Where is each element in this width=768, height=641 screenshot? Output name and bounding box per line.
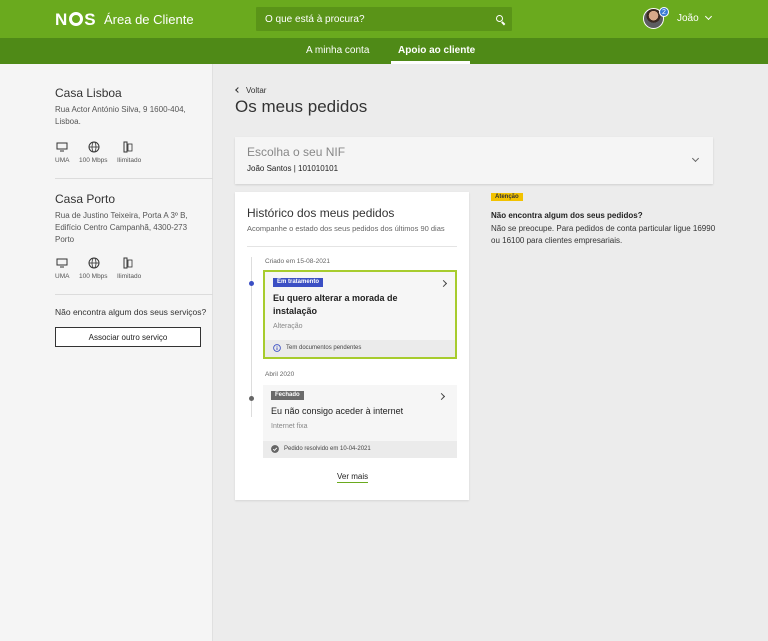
back-link[interactable]: Voltar — [235, 86, 267, 95]
nos-logo[interactable]: NS — [55, 10, 97, 30]
status-badge: Em tratamento — [273, 278, 324, 287]
feature-internet: 100 Mbps — [79, 157, 108, 164]
phone-line-icon — [123, 257, 133, 269]
request-history-card: Histórico dos meus pedidos Acompanhe o e… — [235, 192, 469, 500]
chevron-right-icon[interactable] — [439, 279, 448, 288]
nif-value: João Santos | 101010101 — [247, 164, 339, 173]
request-category: Internet fixa — [271, 423, 308, 430]
tab-apoio-ao-cliente[interactable]: Apoio ao cliente — [398, 45, 475, 56]
sub-navigation: A minha conta Apoio ao cliente — [0, 38, 768, 64]
search-icon[interactable] — [496, 15, 503, 22]
timeline-dot — [249, 396, 254, 401]
request-title: Eu não consigo aceder à internet — [271, 406, 404, 416]
request-category: Alteração — [273, 323, 303, 330]
see-more-button[interactable]: Ver mais — [337, 472, 369, 483]
sidebar-divider — [55, 178, 213, 179]
attention-badge: Atenção — [491, 193, 523, 201]
chevron-down-icon[interactable] — [691, 154, 700, 163]
sidebar-divider — [55, 294, 213, 295]
phone-line-icon — [123, 141, 133, 153]
nif-selector[interactable]: Escolha o seu NIF João Santos | 10101010… — [235, 137, 713, 184]
search-box[interactable] — [256, 7, 512, 31]
service-address-porto: Rua de Justino Teixeira, Porta A 3º B, E… — [55, 211, 188, 244]
feature-internet: 100 Mbps — [79, 273, 108, 280]
sidebar — [0, 64, 213, 641]
status-badge: Fechado — [271, 391, 304, 400]
request-footer: Tem documentos pendentes — [265, 340, 455, 357]
feature-tv: UMA — [55, 157, 70, 164]
globe-icon — [88, 257, 100, 269]
nif-title: Escolha o seu NIF — [247, 145, 346, 159]
back-label: Voltar — [246, 86, 267, 95]
request-footer-text: Tem documentos pendentes — [286, 345, 362, 351]
attention-text: Não se preocupe. Para pedidos de conta p… — [491, 224, 716, 245]
chevron-left-icon — [235, 87, 241, 93]
tab-a-minha-conta[interactable]: A minha conta — [306, 45, 369, 56]
request-card-in-progress[interactable]: Em tratamento Eu quero alterar a morada … — [263, 270, 457, 359]
attention-title: Não encontra algum dos seus pedidos? — [491, 211, 643, 220]
missing-service-question: Não encontra algum dos seus serviços? — [55, 307, 207, 317]
info-icon — [273, 344, 281, 352]
associate-service-button[interactable]: Associar outro serviço — [55, 327, 201, 347]
top-bar: NS Área de Cliente 2 João — [0, 0, 768, 38]
service-name-porto[interactable]: Casa Porto — [55, 192, 115, 206]
chevron-right-icon[interactable] — [437, 392, 446, 401]
feature-phone: Ilimitado — [117, 273, 142, 280]
notification-badge[interactable]: 2 — [659, 7, 669, 17]
request-footer: Pedido resolvido em 10-04-2021 — [263, 441, 457, 458]
request-footer-text: Pedido resolvido em 10-04-2021 — [284, 446, 371, 452]
feature-tv: UMA — [55, 273, 70, 280]
user-name[interactable]: João — [677, 13, 699, 24]
timeline-date: Abril 2020 — [265, 371, 295, 378]
app-title: Área de Cliente — [104, 12, 194, 27]
timeline-dot — [249, 281, 254, 286]
service-name-lisboa[interactable]: Casa Lisboa — [55, 86, 122, 100]
active-tab-indicator — [391, 61, 470, 64]
history-title: Histórico dos meus pedidos — [247, 206, 395, 220]
history-divider — [247, 246, 457, 247]
search-input[interactable] — [256, 7, 486, 31]
service-address-lisboa: Rua Actor António Silva, 9 1600-404, Lis… — [55, 105, 186, 126]
tv-icon — [56, 258, 68, 268]
globe-icon — [88, 141, 100, 153]
history-subtitle: Acompanhe o estado dos seus pedidos dos … — [247, 224, 445, 233]
tv-icon — [56, 142, 68, 152]
check-circle-icon — [271, 445, 279, 453]
chevron-down-icon[interactable] — [704, 12, 713, 21]
request-title: Eu quero alterar a morada de instalação — [273, 293, 398, 316]
page-title: Os meus pedidos — [235, 97, 368, 116]
request-card-closed[interactable]: Fechado Eu não consigo aceder à internet… — [263, 385, 457, 458]
timeline-date: Criado em 15-08-2021 — [265, 258, 331, 265]
feature-phone: Ilimitado — [117, 157, 142, 164]
